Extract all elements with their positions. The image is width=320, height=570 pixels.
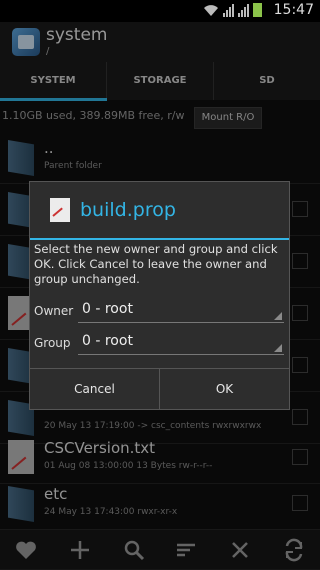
dialog-buttons: Cancel OK — [30, 368, 289, 410]
group-select[interactable]: 0 - root — [78, 332, 284, 355]
ok-button[interactable]: OK — [160, 369, 289, 410]
signal-icon-1 — [223, 3, 234, 17]
dialog-message: Select the new owner and group and click… — [34, 242, 278, 286]
status-bar: 15:47 — [0, 0, 320, 22]
status-icons — [203, 3, 262, 17]
dropdown-arrow-icon — [274, 312, 282, 320]
cancel-button[interactable]: Cancel — [30, 369, 160, 410]
dialog-header: build.prop — [30, 182, 289, 238]
owner-select[interactable]: 0 - root — [78, 300, 284, 323]
wifi-icon — [204, 5, 218, 16]
group-label: Group — [34, 336, 71, 350]
dialog-title: build.prop — [80, 199, 176, 221]
file-icon — [50, 198, 70, 222]
owner-value: 0 - root — [82, 301, 133, 317]
clock: 15:47 — [273, 2, 314, 18]
signal-icon-2 — [238, 3, 249, 17]
ownership-dialog: build.prop Select the new owner and grou… — [29, 181, 290, 410]
battery-icon — [253, 3, 262, 17]
dialog-title-divider — [30, 238, 289, 240]
dropdown-arrow-icon — [274, 344, 282, 352]
group-value: 0 - root — [82, 333, 133, 349]
owner-label: Owner — [34, 304, 74, 318]
